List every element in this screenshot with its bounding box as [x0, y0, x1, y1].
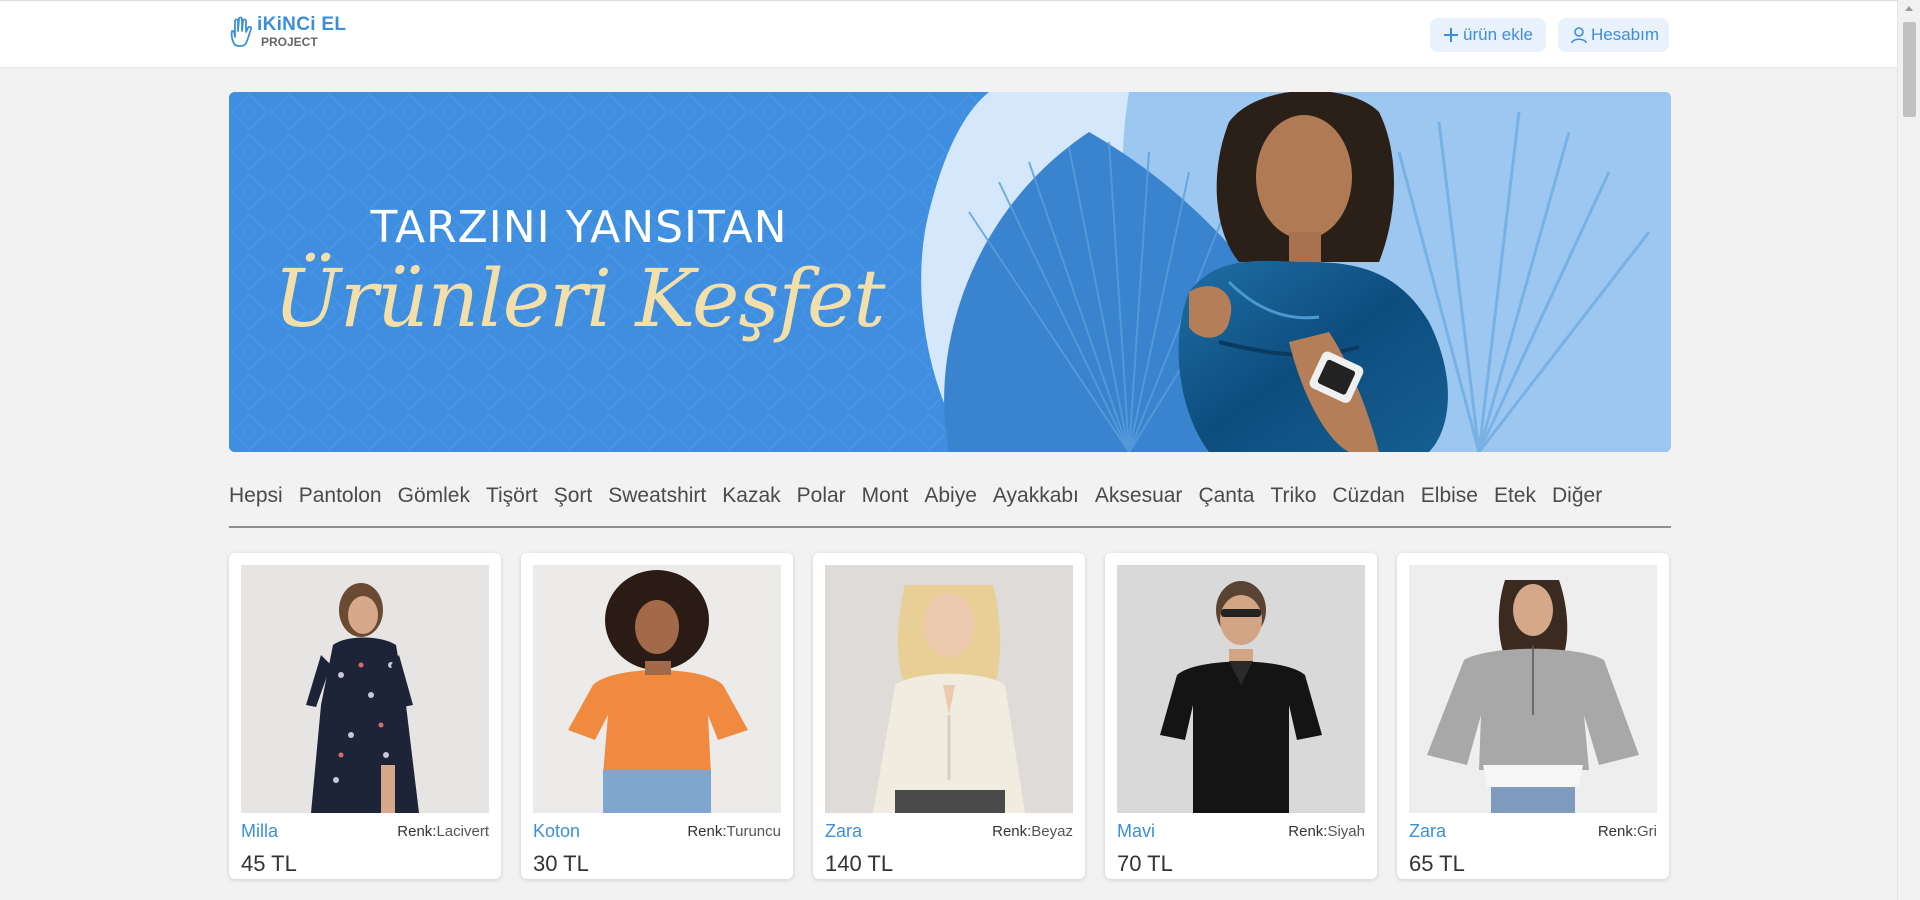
category-tab-elbise[interactable]: Elbise — [1421, 482, 1478, 510]
product-image[interactable] — [1117, 565, 1365, 813]
logo-subtitle: PROJECT — [261, 35, 318, 49]
category-tab-ayakkabi[interactable]: Ayakkabı — [993, 482, 1079, 510]
product-color: Renk:Turuncu — [687, 823, 781, 840]
add-product-label: ürün ekle — [1463, 25, 1533, 44]
product-image[interactable] — [533, 565, 781, 813]
product-brand[interactable]: Milla — [241, 821, 278, 842]
product-color-label: Renk: — [992, 823, 1032, 840]
product-color: Renk:Gri — [1598, 823, 1657, 840]
product-price: 65 TL — [1409, 851, 1465, 876]
product-card[interactable]: Mavi Renk:Siyah 70 TL — [1105, 553, 1377, 879]
product-color-label: Renk: — [397, 823, 437, 840]
product-price: 30 TL — [533, 851, 589, 876]
category-tab-abiye[interactable]: Abiye — [924, 482, 977, 510]
category-tab-canta[interactable]: Çanta — [1198, 482, 1254, 510]
category-tab-hepsi[interactable]: Hepsi — [229, 482, 283, 510]
product-card[interactable]: Koton Renk:Turuncu 30 TL — [521, 553, 793, 879]
product-brand[interactable]: Mavi — [1117, 821, 1155, 842]
category-tab-aksesuar[interactable]: Aksesuar — [1095, 482, 1183, 510]
product-price: 70 TL — [1117, 851, 1173, 876]
add-product-button[interactable]: ürün ekle — [1430, 18, 1546, 52]
account-label: Hesabım — [1591, 25, 1660, 44]
product-color-label: Renk: — [1288, 823, 1328, 840]
logo-title: iKiNCi EL — [257, 14, 347, 35]
plus-icon — [1444, 28, 1458, 42]
product-card[interactable]: Zara Renk:Beyaz 140 TL — [813, 553, 1085, 879]
product-color-value: Lacivert — [436, 823, 489, 840]
product-grid: Milla Renk:Lacivert 45 TL Koton Renk:Tur… — [229, 553, 1671, 879]
product-color: Renk:Siyah — [1288, 823, 1365, 840]
product-color-value: Siyah — [1327, 823, 1365, 840]
product-brand[interactable]: Zara — [1409, 821, 1446, 842]
category-tab-polar[interactable]: Polar — [797, 482, 846, 510]
product-image[interactable] — [825, 565, 1073, 813]
site-logo[interactable]: iKiNCi EL PROJECT — [229, 15, 346, 51]
category-tab-etek[interactable]: Etek — [1494, 482, 1536, 510]
product-color: Renk:Lacivert — [397, 823, 489, 840]
product-brand[interactable]: Koton — [533, 821, 580, 842]
product-color-value: Beyaz — [1031, 823, 1073, 840]
category-tab-kazak[interactable]: Kazak — [722, 482, 780, 510]
hand-logo-icon — [230, 16, 253, 47]
scrollbar-thumb[interactable] — [1903, 22, 1916, 117]
product-image[interactable] — [1409, 565, 1657, 813]
category-tab-diger[interactable]: Diğer — [1552, 482, 1602, 510]
category-tab-tisort[interactable]: Tişört — [486, 482, 538, 510]
category-tab-gomlek[interactable]: Gömlek — [398, 482, 470, 510]
category-tabs: Hepsi Pantolon Gömlek Tişört Şort Sweats… — [229, 482, 1671, 528]
hero-banner[interactable]: TARZINI YANSITAN Ürünleri Keşfet — [229, 92, 1671, 452]
top-navbar: iKiNCi EL PROJECT ürün ekle Hesabım — [0, 0, 1897, 68]
product-color-value: Turuncu — [726, 823, 781, 840]
scroll-up-arrow-icon[interactable] — [1905, 6, 1913, 11]
product-card[interactable]: Zara Renk:Gri 65 TL — [1397, 553, 1669, 879]
product-color-label: Renk: — [687, 823, 727, 840]
category-tab-sweatshirt[interactable]: Sweatshirt — [608, 482, 706, 510]
product-color-label: Renk: — [1597, 823, 1637, 840]
product-image[interactable] — [241, 565, 489, 813]
product-price: 140 TL — [825, 851, 894, 876]
category-tab-mont[interactable]: Mont — [862, 482, 909, 510]
page-scrollbar[interactable] — [1897, 0, 1920, 900]
banner-script-text: Ürünleri Keşfet — [273, 252, 885, 345]
banner-headline: TARZINI YANSITAN — [370, 202, 788, 253]
product-color-value: Gri — [1637, 823, 1657, 840]
category-tab-triko[interactable]: Triko — [1270, 482, 1316, 510]
category-tab-sort[interactable]: Şort — [554, 482, 593, 510]
category-tab-cuzdan[interactable]: Cüzdan — [1332, 482, 1404, 510]
product-price: 45 TL — [241, 851, 297, 876]
product-color: Renk:Beyaz — [992, 823, 1073, 840]
product-brand[interactable]: Zara — [825, 821, 862, 842]
product-card[interactable]: Milla Renk:Lacivert 45 TL — [229, 553, 501, 879]
user-icon — [1571, 27, 1587, 44]
category-tab-pantolon[interactable]: Pantolon — [299, 482, 382, 510]
account-button[interactable]: Hesabım — [1558, 18, 1669, 52]
